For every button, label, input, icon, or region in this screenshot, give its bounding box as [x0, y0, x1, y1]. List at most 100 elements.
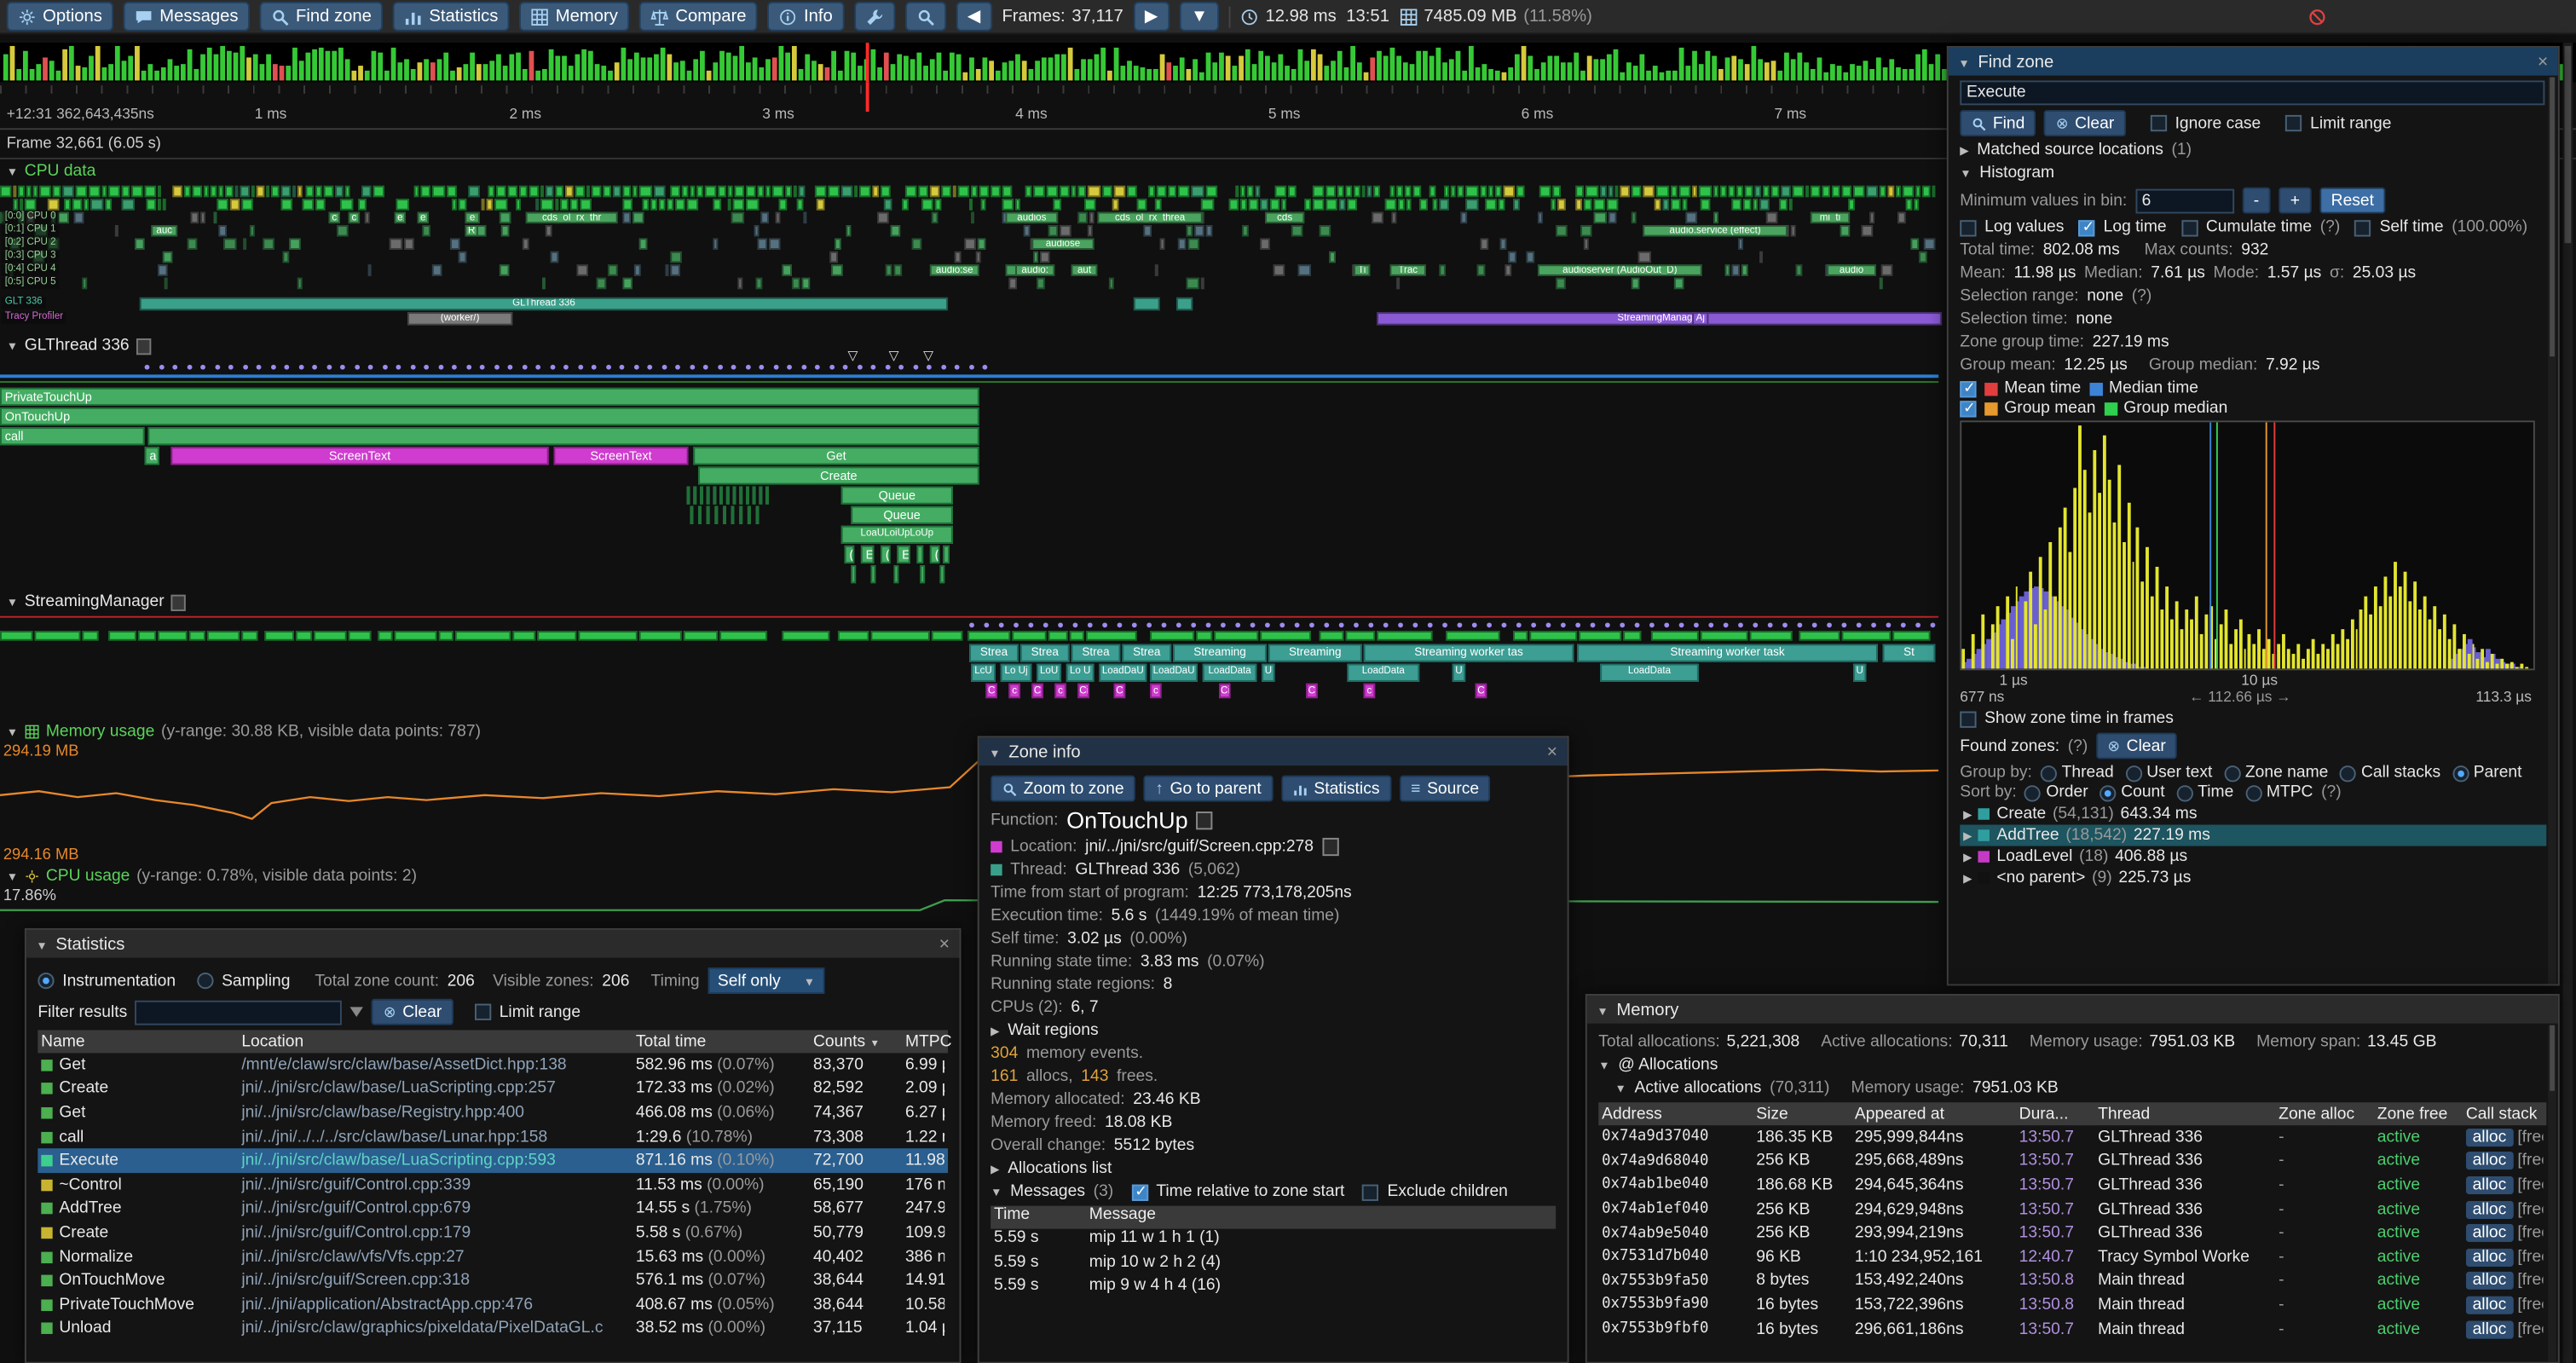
- message-dot[interactable]: [215, 365, 220, 370]
- message-dot[interactable]: [1842, 622, 1847, 627]
- message-dot[interactable]: [815, 365, 820, 370]
- frame-bar[interactable]: [1574, 53, 1579, 81]
- cpu-zone[interactable]: cds_ol_rx_threa: [1097, 212, 1202, 223]
- cpu-activity-block[interactable]: [728, 186, 733, 197]
- message-dot[interactable]: [1235, 622, 1240, 627]
- cpu-activity-block[interactable]: [815, 186, 827, 197]
- cpu-activity-block[interactable]: [302, 199, 313, 210]
- frame-bar[interactable]: [1449, 60, 1454, 80]
- message-dot[interactable]: [1118, 622, 1123, 627]
- frame-bar[interactable]: [1935, 54, 1940, 80]
- allocation-row[interactable]: 0x74ab1be040 186.68 KB 294,645,364ns 13:…: [1598, 1173, 2546, 1197]
- cpu-activity-block[interactable]: [1849, 199, 1855, 210]
- frame-bar[interactable]: [1074, 68, 1079, 80]
- frame-menu-button[interactable]: ▼: [1179, 2, 1219, 32]
- cpu-activity-block[interactable]: [1918, 251, 1926, 263]
- collapse-icon[interactable]: [1615, 1079, 1626, 1097]
- cpu-activity-block[interactable]: [1024, 225, 1029, 236]
- frame-bar[interactable]: [56, 70, 61, 80]
- message-dot[interactable]: [535, 365, 540, 370]
- frame-bar[interactable]: [305, 52, 310, 81]
- find-zone-button[interactable]: Find zone: [260, 2, 384, 32]
- zone[interactable]: c: [1008, 684, 1019, 698]
- histogram-toggle[interactable]: Histogram: [1960, 165, 2546, 182]
- log-values-checkbox[interactable]: [1960, 219, 1976, 235]
- frame-bar[interactable]: [535, 71, 540, 81]
- statistics-titlebar[interactable]: Statistics: [26, 930, 960, 958]
- message-dot[interactable]: [1014, 622, 1019, 627]
- zone[interactable]: Strea: [1020, 644, 1070, 662]
- cpu-activity-block[interactable]: [421, 186, 431, 197]
- cpu-activity-block[interactable]: [1614, 186, 1618, 197]
- cpu-activity-block[interactable]: [1246, 186, 1253, 197]
- cpu-activity-block[interactable]: [433, 186, 445, 197]
- cpu-activity-block[interactable]: [1485, 199, 1498, 210]
- message-dot[interactable]: [633, 365, 638, 370]
- frame-bar[interactable]: [739, 46, 744, 80]
- frame-bar[interactable]: [529, 51, 534, 80]
- frame-bar[interactable]: [1738, 60, 1743, 80]
- cpu-zone[interactable]: c: [349, 212, 360, 223]
- message-dot[interactable]: [898, 365, 904, 370]
- frame-bar[interactable]: [1889, 59, 1894, 80]
- cpu-activity-block[interactable]: [520, 186, 528, 197]
- cpu-activity-block[interactable]: [1700, 199, 1710, 210]
- cpu-activity-block[interactable]: [1366, 186, 1372, 197]
- cpu-activity-block[interactable]: [1407, 199, 1412, 210]
- cpu-activity-block[interactable]: [1398, 199, 1406, 210]
- message-dot[interactable]: [1309, 622, 1314, 627]
- cpu-activity-block[interactable]: [1326, 199, 1337, 210]
- collapse-icon[interactable]: [1958, 52, 1969, 72]
- frame-bar[interactable]: [1383, 55, 1389, 80]
- scrollbar-thumb[interactable]: [2550, 78, 2555, 357]
- cpu-activity-block[interactable]: [1655, 199, 1661, 210]
- compare-button[interactable]: Compare: [639, 2, 758, 32]
- cpu-activity-block[interactable]: [1458, 186, 1464, 197]
- cpu-activity-block[interactable]: [1396, 278, 1401, 289]
- cpu-activity-block[interactable]: [1261, 199, 1268, 210]
- statistics-row[interactable]: ~Control jni/../jni/src/guif/Control.cpp…: [38, 1173, 948, 1197]
- cpu-activity-block[interactable]: [1759, 251, 1764, 263]
- frame-bar[interactable]: [825, 68, 830, 81]
- cpu-activity-block[interactable]: [1631, 186, 1641, 197]
- message-dot[interactable]: [968, 365, 973, 370]
- frame-bar[interactable]: [601, 66, 606, 81]
- next-frame-button[interactable]: ▶: [1133, 2, 1170, 32]
- cpu-activity-block[interactable]: [499, 264, 509, 275]
- cpu-activity-block[interactable]: [1552, 186, 1560, 197]
- cpu-activity-block[interactable]: [1089, 212, 1095, 223]
- cpu-activity-block[interactable]: [1720, 186, 1727, 197]
- cpu-activity-block[interactable]: [1186, 225, 1193, 236]
- cpu-activity-block[interactable]: [565, 186, 574, 197]
- cpu-activity-block[interactable]: [541, 278, 545, 289]
- memory-column-header[interactable]: Dura...: [2019, 1105, 2092, 1123]
- memory-usage-plot[interactable]: [0, 746, 1938, 845]
- cpu-activity-block[interactable]: [1657, 186, 1670, 197]
- frame-bar[interactable]: [1672, 70, 1678, 80]
- cpu-activity-block[interactable]: [101, 186, 107, 197]
- cpu-activity-block[interactable]: [224, 186, 233, 197]
- frame-bar[interactable]: [1318, 54, 1323, 81]
- message-dot[interactable]: [759, 365, 764, 370]
- frame-bar[interactable]: [1607, 55, 1612, 80]
- frame-bar[interactable]: [483, 64, 488, 80]
- message-dot[interactable]: [1368, 622, 1373, 627]
- frame-bar[interactable]: [1166, 62, 1171, 81]
- frame-bar[interactable]: [1193, 60, 1198, 80]
- cpu-activity-block[interactable]: [654, 186, 665, 197]
- frame-bar[interactable]: [1777, 70, 1782, 80]
- alloc-callstack-button[interactable]: alloc: [2466, 1248, 2513, 1266]
- frame-bar[interactable]: [719, 50, 725, 81]
- frame-bar[interactable]: [1883, 68, 1888, 81]
- cpu-activity-block[interactable]: [488, 186, 494, 197]
- cpu-activity-block[interactable]: [1842, 186, 1852, 197]
- cpu-activity-block[interactable]: [289, 238, 300, 249]
- message-dot[interactable]: [1442, 622, 1447, 627]
- message-dot[interactable]: [620, 365, 625, 370]
- matched-locations-toggle[interactable]: Matched source locations (1): [1960, 141, 2546, 159]
- frame-bar[interactable]: [851, 53, 856, 80]
- cpu-activity-block[interactable]: [733, 199, 744, 210]
- message-dot[interactable]: [284, 365, 289, 370]
- frame-bar[interactable]: [1114, 49, 1119, 81]
- frame-bar[interactable]: [1357, 63, 1362, 80]
